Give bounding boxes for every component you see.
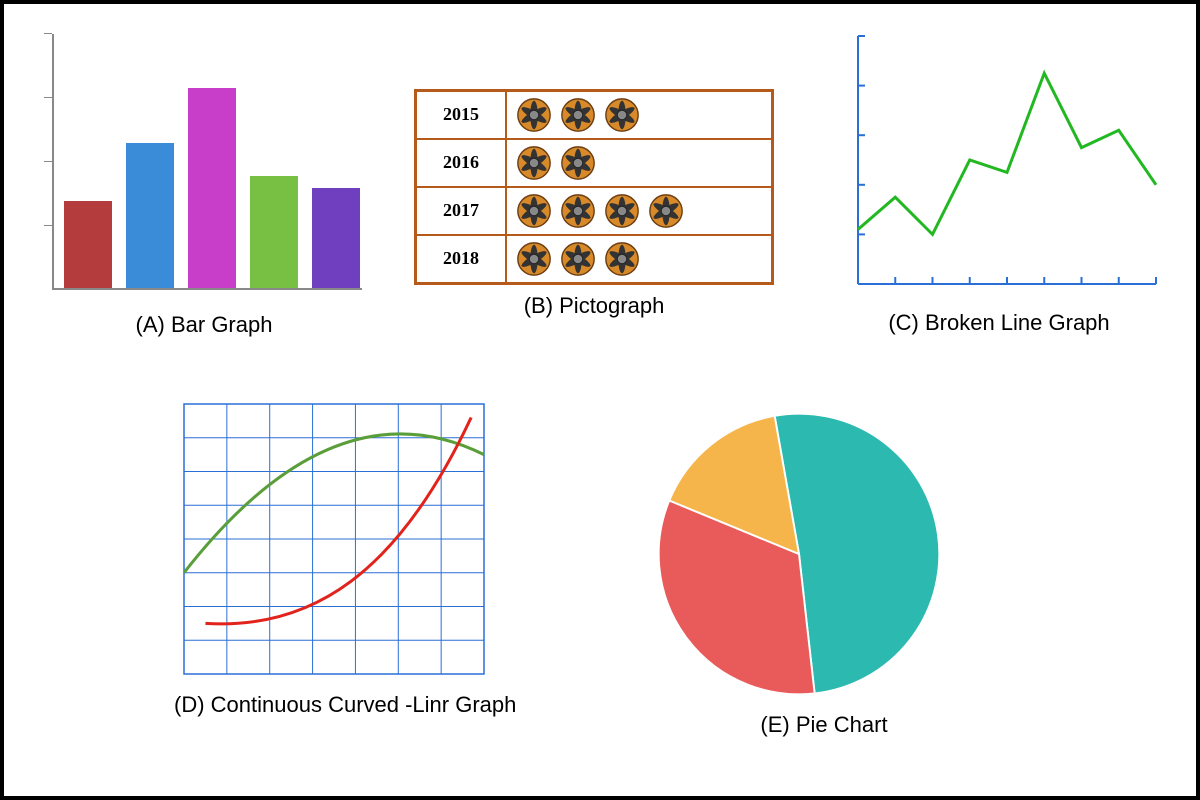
propeller-icon xyxy=(559,192,597,230)
pie-chart xyxy=(644,404,954,704)
bar-3 xyxy=(188,88,236,288)
curved-line-chart xyxy=(174,394,494,684)
caption-c: (C) Broken Line Graph xyxy=(834,310,1164,336)
caption-d: (D) Continuous Curved -Linr Graph xyxy=(174,692,534,718)
propeller-icon xyxy=(647,192,685,230)
bar-4 xyxy=(250,176,298,289)
propeller-icon xyxy=(515,144,553,182)
propeller-icon xyxy=(515,96,553,134)
panel-pie: (E) Pie Chart xyxy=(644,404,1004,738)
propeller-icon xyxy=(515,192,553,230)
pictograph-row: 2017 xyxy=(417,186,771,234)
panel-pictograph: 2015201620172018 (B) Pictograph xyxy=(414,89,774,319)
curve-svg xyxy=(174,394,494,684)
pictograph-icons xyxy=(507,188,771,234)
panel-bar-graph: (A) Bar Graph xyxy=(34,24,374,338)
pictograph-row: 2018 xyxy=(417,234,771,282)
pictograph-table: 2015201620172018 xyxy=(414,89,774,285)
pictograph-year: 2016 xyxy=(417,140,507,186)
bar-2 xyxy=(126,143,174,288)
propeller-icon xyxy=(603,96,641,134)
chart-gallery-frame: (A) Bar Graph 2015201620172018 (B) Picto… xyxy=(0,0,1200,800)
pictograph-year: 2015 xyxy=(417,92,507,138)
pictograph-year: 2017 xyxy=(417,188,507,234)
bar-1 xyxy=(64,201,112,289)
line-svg xyxy=(834,28,1164,308)
bar-series xyxy=(64,38,360,288)
caption-a: (A) Bar Graph xyxy=(34,312,374,338)
broken-line-chart xyxy=(834,28,1164,308)
panel-broken-line: (C) Broken Line Graph xyxy=(834,28,1164,336)
propeller-icon xyxy=(603,192,641,230)
propeller-icon xyxy=(559,144,597,182)
pictograph-row: 2015 xyxy=(417,92,771,138)
bar-y-ticks xyxy=(44,34,52,290)
caption-e: (E) Pie Chart xyxy=(644,712,1004,738)
propeller-icon xyxy=(559,240,597,278)
pictograph-year: 2018 xyxy=(417,236,507,282)
bar-5 xyxy=(312,188,360,288)
pictograph-row: 2016 xyxy=(417,138,771,186)
bar-chart xyxy=(34,24,374,304)
pictograph-icons xyxy=(507,92,771,138)
pictograph-icons xyxy=(507,236,771,282)
propeller-icon xyxy=(559,96,597,134)
panel-curved-line: (D) Continuous Curved -Linr Graph xyxy=(174,394,534,718)
pictograph-icons xyxy=(507,140,771,186)
pie-svg xyxy=(649,404,949,704)
propeller-icon xyxy=(515,240,553,278)
caption-b: (B) Pictograph xyxy=(414,293,774,319)
propeller-icon xyxy=(603,240,641,278)
